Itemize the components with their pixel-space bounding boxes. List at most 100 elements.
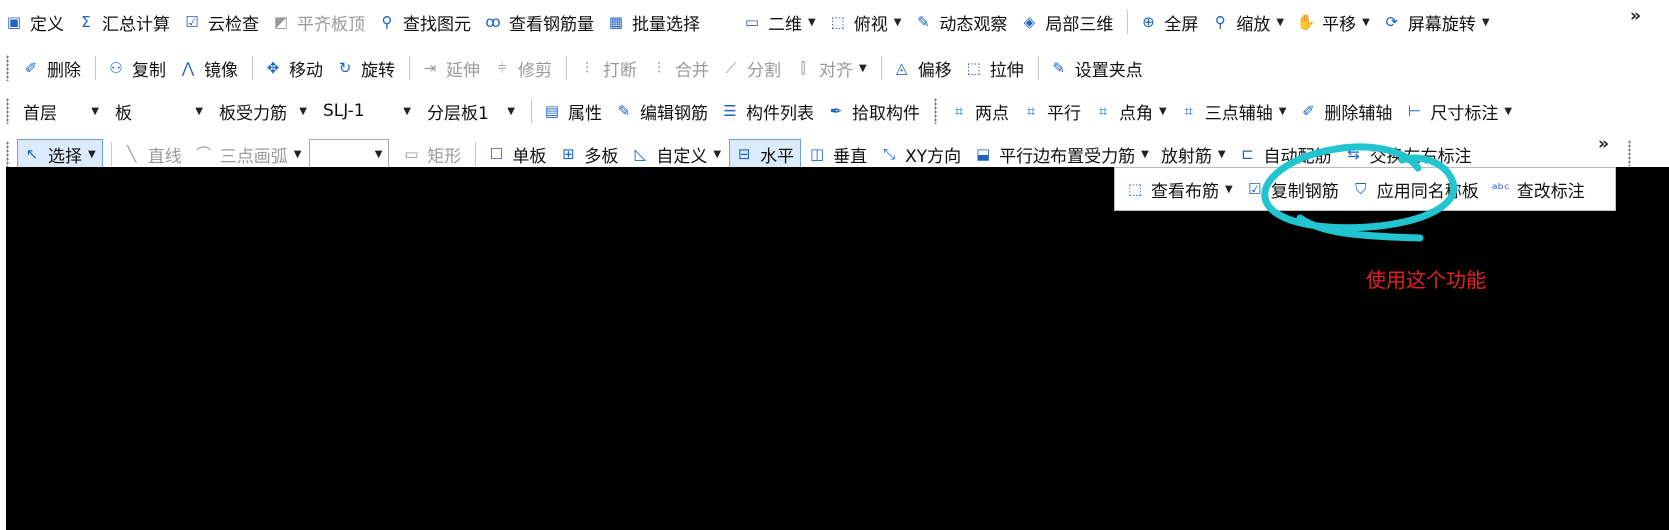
drawing-canvas[interactable] (6, 167, 1669, 530)
chevron-down-icon[interactable]: ▼ (1218, 149, 1226, 160)
row4b-button-8[interactable]: 放射筋 ▼ (1157, 139, 1232, 169)
row1-view-button-5[interactable]: ⚲ 缩放 ▼ (1206, 7, 1290, 37)
chevron-down-icon[interactable]: ▼ (1141, 149, 1149, 160)
row2-button-0[interactable]: ✐ 删除 (17, 53, 87, 83)
row1-view-button-6[interactable]: ✋ 平移 ▼ (1292, 7, 1376, 37)
chevron-down-icon[interactable]: ▼ (299, 106, 307, 117)
row2-button-2[interactable]: ⋀ 镜像 (174, 53, 244, 83)
toolbar-row1-overflow-button[interactable]: » (1630, 6, 1641, 26)
chevron-down-icon[interactable]: ▼ (894, 17, 902, 28)
row1-button-6[interactable]: ▦ 批量选择 (602, 7, 706, 37)
row2-button-5[interactable]: ⇥ 延伸 (416, 53, 486, 83)
row4b-button-7[interactable]: ⬓ 平行边布置受力筋 ▼ (969, 139, 1155, 169)
chevron-down-icon[interactable]: ▼ (195, 106, 203, 117)
chevron-down-icon[interactable]: ▼ (91, 106, 99, 117)
row2-button-11[interactable]: ◬ 偏移 (888, 53, 958, 83)
xy-direction-icon: ⤡ (883, 145, 896, 163)
row4-button-1[interactable]: ╲ 直线 (118, 139, 188, 169)
row1-button-4[interactable]: ⚲ 查找图元 (373, 7, 477, 37)
row1-view-button-0[interactable]: ▭ 二维 ▼ (738, 7, 822, 37)
row1-button-3[interactable]: ◩ 平齐板顶 (267, 7, 371, 37)
row1-view-label-7: 屏幕旋转 (1407, 14, 1476, 35)
chevron-down-icon[interactable]: ▼ (1362, 17, 1370, 28)
chevron-down-icon[interactable]: ▼ (375, 149, 383, 160)
row2-label-9: 分割 (747, 60, 781, 81)
row2-button-4[interactable]: ↻ 旋转 (331, 53, 401, 83)
row3-button-1[interactable]: ✎ 编辑钢筋 (610, 96, 714, 126)
row1-view-button-7[interactable]: ⟳ 屏幕旋转 ▼ (1378, 7, 1496, 37)
row1-view-button-3[interactable]: ◈ 局部三维 (1015, 7, 1119, 37)
row1-button-5[interactable]: ꝏ 查看钢筋量 (479, 7, 600, 37)
row1-view-button-1[interactable]: ⬚ 俯视 ▼ (824, 7, 908, 37)
row2-button-1[interactable]: ⚇ 复制 (102, 53, 172, 83)
row3-axis-button-2[interactable]: ⌗ 点角 ▼ (1089, 96, 1173, 126)
row4b-button-9[interactable]: ⊏ 自动配筋 (1234, 139, 1338, 169)
row1-view-button-4[interactable]: ⊕ 全屏 (1134, 7, 1204, 37)
chevron-down-icon[interactable]: ▼ (1276, 17, 1284, 28)
row4b-button-10[interactable]: ⇆ 交换左右标注 (1340, 139, 1478, 169)
element-type-select[interactable]: 板 ▼ (109, 96, 209, 126)
row3-axis-button-0[interactable]: ⌗ 两点 (945, 96, 1015, 126)
row3-button-2[interactable]: ☰ 构件列表 (716, 96, 820, 126)
draw-mode-select[interactable]: ▼ (309, 139, 390, 169)
row4b-button-6[interactable]: ⤡ XY方向 (875, 139, 967, 169)
chevron-down-icon[interactable]: ▼ (403, 106, 411, 117)
row2-label-1: 复制 (132, 60, 166, 81)
chevron-down-icon[interactable]: ▼ (1482, 17, 1490, 28)
popup-button-0[interactable]: ⬚ 查看布筋 ▼ (1121, 174, 1239, 204)
floor-select[interactable]: 首层 ▼ (17, 96, 105, 126)
row4b-button-0[interactable]: ▭ 矩形 (397, 139, 467, 169)
toolbar-separator (95, 56, 96, 80)
row3-button-0[interactable]: ▤ 属性 (538, 96, 608, 126)
row2-label-2: 镜像 (204, 60, 238, 81)
row4b-button-1[interactable]: ☐ 单板 (482, 139, 552, 169)
row4b-button-4[interactable]: ⊟ 水平 (729, 139, 802, 169)
row2-button-9[interactable]: ⟋ 分割 (717, 53, 787, 83)
chevron-down-icon[interactable]: ▼ (294, 149, 302, 160)
row3-axis-button-5[interactable]: ⊢ 尺寸标注 ▼ (1400, 96, 1518, 126)
row4b-button-3[interactable]: ◺ 自定义 ▼ (626, 139, 727, 169)
row2-button-10[interactable]: ⫿ 对齐 ▼ (789, 53, 873, 83)
row2-button-6[interactable]: ⫩ 修剪 (488, 53, 558, 83)
chevron-down-icon[interactable]: ▼ (1279, 106, 1287, 117)
row4b-button-5[interactable]: ◫ 垂直 (803, 139, 873, 169)
chevron-down-icon[interactable]: ▼ (859, 63, 867, 74)
popup-button-3[interactable]: ᵃᵇᶜ 查改标注 (1487, 174, 1591, 204)
row3-axis-button-4[interactable]: ✐ 删除辅轴 (1294, 96, 1398, 126)
row1-button-2[interactable]: ☑ 云检查 (178, 7, 265, 37)
sigma-icon: Σ (81, 13, 91, 31)
chevron-down-icon[interactable]: ▼ (1159, 106, 1167, 117)
chevron-down-icon[interactable]: ▼ (1504, 106, 1512, 117)
popup-button-2[interactable]: ⛉ 应用同名称板 (1347, 174, 1485, 204)
row2-button-8[interactable]: ⫶ 合并 (645, 53, 715, 83)
rebar-spec-select[interactable]: SLJ-1 ▼ (317, 96, 417, 126)
chevron-down-icon[interactable]: ▼ (1225, 184, 1233, 195)
toolbar-grip[interactable] (6, 55, 9, 81)
row4-button-0[interactable]: ↖ 选择 ▼ (17, 139, 103, 169)
chevron-down-icon[interactable]: ▼ (507, 106, 515, 117)
rebar-type-select[interactable]: 板受力筋 ▼ (213, 96, 313, 126)
toolbar-grip[interactable] (6, 98, 9, 124)
row1-button-1[interactable]: Σ 汇总计算 (72, 7, 176, 37)
row3-button-3[interactable]: ✒ 拾取构件 (822, 96, 926, 126)
row2-button-12[interactable]: ⬚ 拉伸 (960, 53, 1030, 83)
slab-layer-select[interactable]: 分层板1 ▼ (421, 96, 521, 126)
row4b-button-2[interactable]: ⊞ 多板 (554, 139, 624, 169)
row3-axis-button-3[interactable]: ⌗ 三点辅轴 ▼ (1175, 96, 1293, 126)
row2-button-13[interactable]: ✎ 设置夹点 (1045, 53, 1149, 83)
row2-button-3[interactable]: ✥ 移动 (259, 53, 329, 83)
chevron-down-icon[interactable]: ▼ (713, 149, 721, 160)
row1-view-button-2[interactable]: ✎ 动态观察 (909, 7, 1013, 37)
row2-button-7[interactable]: ⫶ 打断 (573, 53, 643, 83)
toolbar-grip[interactable] (6, 141, 9, 167)
toolbar-row4-overflow-button[interactable]: » (1598, 134, 1609, 154)
chevron-down-icon[interactable]: ▼ (808, 17, 816, 28)
toolbar-grip[interactable] (934, 98, 937, 124)
popup-button-1[interactable]: ☑ 复制钢筋 (1241, 174, 1345, 204)
chevron-down-icon[interactable]: ▼ (88, 149, 96, 160)
row3-axis-button-1[interactable]: ⌗ 平行 (1017, 96, 1087, 126)
toolbar-grip[interactable] (1628, 140, 1631, 166)
row4-button-2[interactable]: ⌒ 三点画弧 ▼ (190, 139, 308, 169)
row4b-label-3: 自定义 (656, 146, 708, 167)
row1-button-0[interactable]: ▣ 定义 (0, 7, 70, 37)
